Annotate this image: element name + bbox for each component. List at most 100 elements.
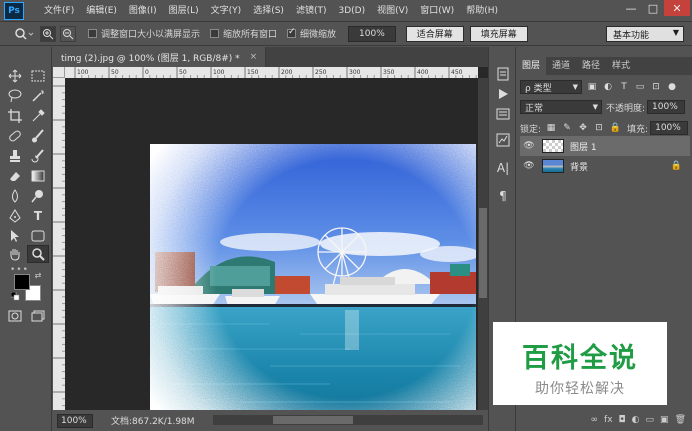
dodge-tool[interactable] [27, 187, 49, 205]
canvas-image[interactable] [150, 144, 476, 431]
lock-position-icon[interactable]: ✥ [577, 122, 589, 134]
close-button[interactable]: ✕ [664, 0, 690, 16]
menu-image[interactable]: 图像(I) [123, 0, 163, 22]
layer-row[interactable]: 👁 图层 1 [520, 136, 690, 156]
smart-object-filter-icon[interactable]: ⊡ [650, 81, 662, 93]
eraser-tool[interactable] [4, 167, 26, 185]
tab-layers[interactable]: 图层 [516, 57, 547, 75]
filter-toggle-icon[interactable]: ● [666, 81, 678, 93]
shape-filter-icon[interactable]: ▭ [634, 81, 646, 93]
lock-all-icon[interactable]: 🔒 [609, 122, 621, 134]
pixel-filter-icon[interactable]: ▣ [586, 81, 598, 93]
eye-icon[interactable]: 👁 [522, 141, 536, 151]
quick-mask-button[interactable] [4, 307, 26, 325]
layer-row[interactable]: 👁 背景 🔒 [520, 156, 690, 176]
paragraph-panel-button[interactable]: ¶ [494, 187, 512, 205]
lock-transparency-icon[interactable]: ▦ [545, 122, 557, 134]
scrubby-zoom-checkbox[interactable]: 细微缩放 [287, 27, 336, 40]
pen-tool[interactable] [4, 207, 26, 225]
menu-view[interactable]: 视图(V) [371, 0, 414, 22]
zoom-all-box[interactable] [210, 29, 220, 38]
document-info[interactable]: 文档:867.2K/1.98M [111, 414, 195, 427]
brush-tool[interactable] [27, 127, 49, 145]
shape-tool[interactable] [27, 227, 49, 245]
properties-panel-button[interactable] [494, 105, 512, 123]
move-tool[interactable] [4, 67, 26, 85]
opacity-field[interactable]: 100% [647, 100, 686, 114]
menu-select[interactable]: 选择(S) [247, 0, 290, 22]
type-filter-icon[interactable]: T [618, 81, 630, 93]
gradient-tool[interactable] [27, 167, 49, 185]
magic-wand-tool[interactable] [27, 87, 49, 105]
foreground-color-swatch[interactable] [14, 274, 30, 290]
menu-window[interactable]: 窗口(W) [414, 0, 460, 22]
zoom-in-button[interactable] [40, 25, 56, 42]
tab-paths[interactable]: 路径 [576, 57, 606, 75]
vertical-ruler[interactable] [53, 78, 65, 410]
document-tab[interactable]: timg (2).jpg @ 100% (图层 1, RGB/8#) * × [53, 47, 267, 67]
blend-mode-select[interactable]: 正常 ▼ [520, 100, 602, 114]
blur-tool[interactable] [4, 187, 26, 205]
layer-name[interactable]: 背景 [570, 160, 588, 173]
group-icon[interactable]: ▭ [646, 415, 655, 425]
adjustment-filter-icon[interactable]: ◐ [602, 81, 614, 93]
type-tool[interactable]: T [27, 207, 49, 225]
delete-icon[interactable]: 🗑 [675, 415, 686, 425]
zoom-tool[interactable] [27, 245, 49, 263]
fill-screen-button[interactable]: 填充屏幕 [469, 25, 528, 42]
menu-edit[interactable]: 编辑(E) [80, 0, 123, 22]
ruler-origin[interactable] [53, 67, 65, 78]
lock-artboard-icon[interactable]: ⊡ [593, 122, 605, 134]
default-colors-button[interactable] [10, 291, 20, 301]
link-icon[interactable]: ∞ [591, 415, 599, 425]
eye-icon[interactable]: 👁 [522, 161, 536, 171]
fit-screen-button[interactable]: 适合屏幕 [405, 25, 464, 42]
adjustment-icon[interactable]: ◐ [632, 415, 640, 425]
clone-stamp-tool[interactable] [4, 147, 26, 165]
resize-windows-box[interactable] [88, 29, 97, 38]
history-brush-tool[interactable] [27, 147, 49, 165]
actions-panel-button[interactable] [494, 85, 512, 103]
vertical-scrollbar[interactable] [478, 78, 488, 410]
layer-filter-select[interactable]: ρ 类型 ▼ [520, 80, 582, 94]
menu-filter[interactable]: 滤镜(T) [290, 0, 333, 22]
tab-channels[interactable]: 通道 [546, 57, 576, 75]
marquee-tool[interactable] [27, 67, 49, 85]
maximize-button[interactable]: □ [642, 0, 664, 16]
scrubby-zoom-box[interactable] [287, 27, 297, 38]
zoom-all-checkbox[interactable]: 缩放所有窗口 [210, 27, 277, 40]
menu-help[interactable]: 帮助(H) [460, 0, 504, 22]
fx-icon[interactable]: fx [604, 415, 613, 425]
menu-type[interactable]: 文字(Y) [205, 0, 248, 22]
resize-windows-checkbox[interactable]: 调整窗口大小以满屏显示 [88, 27, 200, 40]
minimize-button[interactable]: — [620, 0, 642, 16]
lock-pixels-icon[interactable]: ✎ [561, 122, 573, 134]
adjustments-panel-button[interactable] [494, 131, 512, 149]
tool-preset-picker[interactable] [12, 25, 36, 43]
character-panel-button[interactable]: A| [494, 159, 512, 177]
healing-tool[interactable] [4, 127, 26, 145]
layer-name[interactable]: 图层 1 [570, 140, 597, 153]
close-tab-icon[interactable]: × [250, 52, 258, 62]
workspace-select[interactable]: 基本功能 ▼ [606, 26, 684, 42]
new-layer-icon[interactable]: ▣ [660, 415, 669, 425]
status-zoom-field[interactable]: 100% [57, 413, 93, 428]
path-selection-tool[interactable] [4, 227, 26, 245]
lasso-tool[interactable] [4, 87, 26, 105]
fill-field[interactable]: 100% [650, 121, 689, 135]
tab-styles[interactable]: 样式 [606, 57, 636, 75]
mask-icon[interactable]: ◘ [619, 415, 626, 425]
history-panel-button[interactable] [494, 65, 512, 83]
swap-colors-button[interactable]: ⇄ [32, 270, 44, 280]
eyedropper-tool[interactable] [27, 107, 49, 125]
vertical-scroll-thumb[interactable] [479, 208, 487, 298]
hand-tool[interactable] [4, 245, 26, 263]
menu-layer[interactable]: 图层(L) [163, 0, 205, 22]
horizontal-ruler[interactable]: 100 50 0 50 100 150 200 250 300 350 400 450 [65, 67, 478, 78]
menu-file[interactable]: 文件(F) [38, 0, 80, 22]
menu-3d[interactable]: 3D(D) [332, 0, 371, 22]
zoom-value-field[interactable]: 100% [348, 25, 396, 42]
crop-tool[interactable] [4, 107, 26, 125]
screen-mode-button[interactable] [27, 307, 49, 325]
zoom-out-button[interactable] [60, 25, 76, 42]
